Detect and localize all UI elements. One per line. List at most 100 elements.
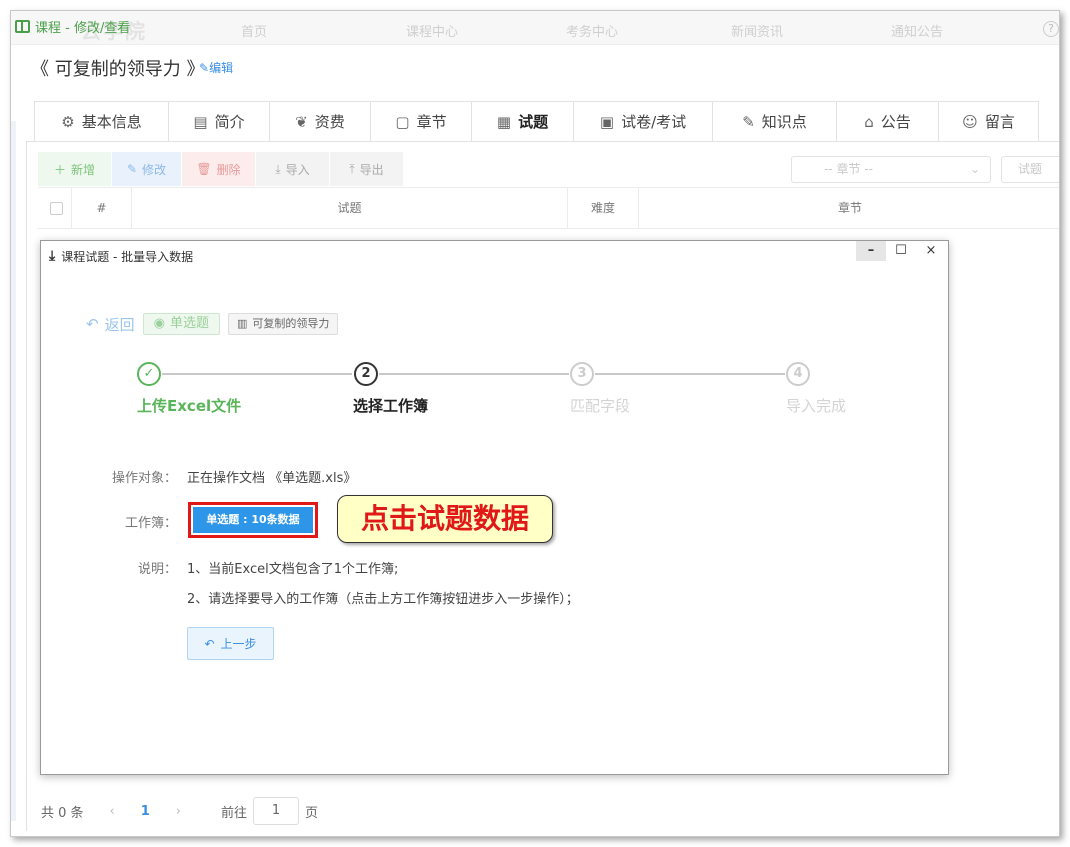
chapter-select[interactable]: -- 章节 -- ⌄ xyxy=(791,156,991,183)
dialog-titlebar: ⤓ 课程试题 - 批量导入数据 xyxy=(49,248,193,264)
total-count: 共 0 条 xyxy=(41,805,84,821)
question-type-tag: ◉ 单选题 xyxy=(142,313,220,335)
step-2-number: 2 xyxy=(354,362,378,386)
maximize-button[interactable]: ☐ xyxy=(886,241,916,261)
download-icon: ⤓ xyxy=(49,248,56,264)
import-steps: ✓ 上传Excel文件 2 选择工作簿 3 匹配字段 4 导入完成 xyxy=(41,361,950,421)
tab-announcements[interactable]: ⌂ 公告 xyxy=(836,101,938,142)
edit-label: 编辑 xyxy=(209,61,234,75)
select-all-checkbox[interactable] xyxy=(50,202,63,215)
table-header: # 试题 难度 章节 xyxy=(38,187,1059,229)
goto-label: 前往 xyxy=(221,805,248,821)
course-title: 《 可复制的领导力 》 xyxy=(31,59,205,80)
announce-icon: ⌂ xyxy=(864,112,874,131)
prev-page-icon[interactable]: ‹ xyxy=(110,804,115,819)
radio-icon: ◉ xyxy=(153,316,165,331)
import-button[interactable]: ⤓ 导入 xyxy=(256,152,330,186)
add-button[interactable]: ＋新增 xyxy=(38,152,112,186)
page-title-bar: 课程 - 修改/查看 xyxy=(15,15,130,37)
target-label: 操作对象： xyxy=(111,471,177,486)
page-suffix: 页 xyxy=(305,805,319,821)
step-1-label: 上传Excel文件 xyxy=(137,397,242,415)
step-1-check-icon: ✓ xyxy=(137,362,161,386)
tab-intro[interactable]: ▤ 简介 xyxy=(168,101,269,142)
highlight-box: 单选题 : 10条数据 xyxy=(188,502,318,538)
prev-step-button[interactable]: ↶ 上一步 xyxy=(187,627,274,660)
column-question: 试题 xyxy=(132,188,568,228)
next-page-icon[interactable]: › xyxy=(176,804,181,819)
back-link[interactable]: ↶ 返回 xyxy=(86,314,135,335)
export-button[interactable]: ⤒ 导出 xyxy=(330,152,404,186)
top-navigation: 云学院 首页 课程中心 考务中心 新闻资讯 通知公告 ? xyxy=(11,11,1059,45)
message-icon: ☺ xyxy=(962,112,978,131)
book-icon: ▥ xyxy=(236,317,248,330)
tab-knowledge[interactable]: ✎ 知识点 xyxy=(712,101,836,142)
pagination: 共 0 条 ‹ 1 › 前往 1 页 xyxy=(41,797,319,825)
edit-course-link[interactable]: ✎编辑 xyxy=(199,59,233,76)
tab-exam-papers[interactable]: ▣ 试卷/考试 xyxy=(573,101,712,142)
minimize-button[interactable]: – xyxy=(856,241,886,261)
book-icon xyxy=(15,19,30,33)
step-3-label: 匹配字段 xyxy=(570,397,631,415)
gear-icon: ⚙ xyxy=(61,112,75,131)
nav-item-course-center[interactable]: 课程中心 xyxy=(406,21,458,40)
course-tabs: ⚙ 基本信息 ▤ 简介 ❦ 资费 ▢ 章节 ▦ 试题 ▣ 试卷/考试 ✎ 知识点 ⌂ 公告 ☺ 留… xyxy=(34,101,1039,142)
export-icon: ⤒ xyxy=(349,161,355,176)
question-list-icon: ▦ xyxy=(496,112,512,131)
nav-item-exam-center[interactable]: 考务中心 xyxy=(566,21,618,40)
step-connector xyxy=(162,373,352,375)
dialog-header-row: ↶ 返回 ◉ 单选题 ▥ 可复制的领导力 xyxy=(86,313,339,335)
chevron-down-icon: ⌄ xyxy=(969,162,980,176)
question-toolbar: ＋新增 ✎ 修改 🗑 删除 ⤓ 导入 ⤒ 导出 xyxy=(38,152,404,186)
step-connector xyxy=(379,373,569,375)
step-connector xyxy=(595,373,785,375)
tab-fees[interactable]: ❦ 资费 xyxy=(269,101,370,142)
nav-item-news[interactable]: 新闻资讯 xyxy=(731,21,783,40)
step-3-number: 3 xyxy=(570,362,594,386)
left-edge xyxy=(11,121,16,821)
import-dialog: ⤓ 课程试题 - 批量导入数据 – ☐ × ↶ 返回 ◉ 单选题 ▥ 可复制的领导力 … xyxy=(40,240,949,775)
question-search-input[interactable]: 试题 xyxy=(1001,156,1059,183)
column-chapter: 章节 xyxy=(837,201,862,215)
chapter-icon: ▢ xyxy=(395,112,410,131)
step-4-number: 4 xyxy=(786,362,810,386)
column-difficulty: 难度 xyxy=(568,188,639,228)
dialog-title: 课程试题 - 批量导入数据 xyxy=(61,249,194,264)
nav-item-notice[interactable]: 通知公告 xyxy=(891,21,943,40)
page-title: 课程 - 修改/查看 xyxy=(35,20,131,36)
tab-basic-info[interactable]: ⚙ 基本信息 xyxy=(34,101,168,142)
delete-button[interactable]: 🗑 删除 xyxy=(182,152,256,186)
help-icon[interactable]: ? xyxy=(1043,21,1059,37)
target-value: 正在操作文档 《单选题.xls》 xyxy=(187,471,357,486)
note-line-2: 2、请选择要导入的工作簿（点击上方工作簿按钮进步入一步操作）； xyxy=(187,592,579,607)
modify-button[interactable]: ✎ 修改 xyxy=(112,152,182,186)
note-line-1: 1、当前Excel文档包含了1个工作簿; xyxy=(187,562,399,577)
current-page[interactable]: 1 xyxy=(141,804,150,819)
exam-paper-icon: ▣ xyxy=(599,112,615,131)
money-bag-icon: ❦ xyxy=(295,112,308,131)
goto-page-input[interactable]: 1 xyxy=(253,797,300,825)
plus-icon: ＋ xyxy=(53,162,66,177)
back-arrow-icon: ↶ xyxy=(86,315,99,333)
note-label: 说明： xyxy=(137,562,177,577)
pencil-icon: ✎ xyxy=(126,162,138,176)
step-2-label: 选择工作簿 xyxy=(353,397,429,415)
back-arrow-icon: ↶ xyxy=(204,636,215,651)
tab-messages[interactable]: ☺ 留言 xyxy=(938,101,1039,142)
workbook-button[interactable]: 单选题 : 10条数据 xyxy=(193,507,313,533)
nav-item-home[interactable]: 首页 xyxy=(241,21,267,40)
select-all-cell xyxy=(38,188,72,228)
annotation-callout: 点击试题数据 xyxy=(337,495,553,543)
app-window: 云学院 首页 课程中心 考务中心 新闻资讯 通知公告 ? 课程 - 修改/查看 … xyxy=(10,10,1060,837)
close-button[interactable]: × xyxy=(916,241,946,261)
course-tag: ▥ 可复制的领导力 xyxy=(227,313,339,335)
column-index: # xyxy=(72,188,132,228)
workbook-label: 工作簿： xyxy=(124,516,177,531)
trash-icon: 🗑 xyxy=(196,162,212,176)
document-icon: ▤ xyxy=(193,112,208,131)
window-controls: – ☐ × xyxy=(856,241,946,261)
tab-chapters[interactable]: ▢ 章节 xyxy=(370,101,471,142)
step-4-label: 导入完成 xyxy=(786,397,847,415)
import-icon: ⤓ xyxy=(275,161,281,176)
tab-questions[interactable]: ▦ 试题 xyxy=(471,101,573,142)
